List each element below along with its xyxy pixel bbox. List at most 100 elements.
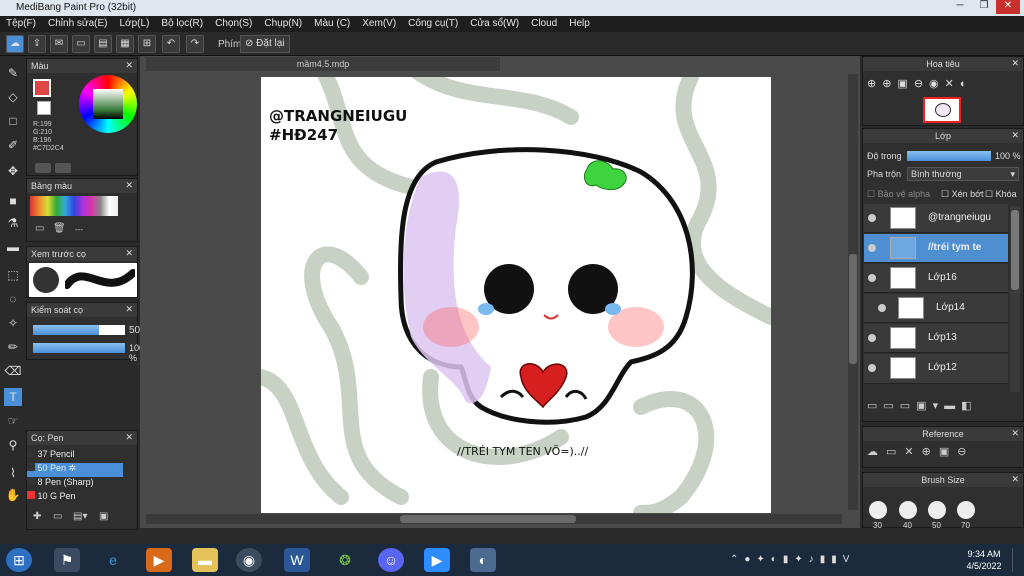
menu-edit[interactable]: Chỉnh sửa(E) xyxy=(42,16,114,32)
menu-file[interactable]: Tệp(F) xyxy=(0,16,42,32)
palette-page-icon[interactable]: ▭ xyxy=(35,223,44,234)
visibility-icon[interactable] xyxy=(868,244,876,252)
menu-select[interactable]: Chọn(S) xyxy=(209,16,258,32)
brush-item-pencil[interactable]: 37 Pencil xyxy=(27,449,123,463)
media-player-icon[interactable]: ▶ xyxy=(146,548,172,572)
layer-action-icons[interactable]: ▭▭▭▣▾▬◧ xyxy=(867,399,1017,415)
secondary-color-swatch[interactable] xyxy=(37,101,51,115)
brush-size-dot-30[interactable] xyxy=(869,501,887,519)
doc-icon[interactable]: ▭ xyxy=(72,35,90,53)
pen-tool-icon[interactable]: ✐ xyxy=(4,136,22,154)
close-icon[interactable]: ✕ xyxy=(125,432,133,443)
canvas-paper[interactable]: @TRANGNEIUGU #HĐ247 //TRÉI TYM TEN VÕ=).… xyxy=(261,77,771,513)
palette-swatches[interactable] xyxy=(30,196,118,216)
brush-item-pen-sharp[interactable]: 8 Pen (Sharp) xyxy=(27,477,123,491)
tile-icon[interactable]: ⊞ xyxy=(138,35,156,53)
dropper-icon[interactable]: ⚲ xyxy=(4,436,22,454)
close-icon[interactable]: ✕ xyxy=(125,60,133,71)
close-button[interactable]: ✕ xyxy=(996,0,1020,14)
brush-settings-icon[interactable]: ▣ xyxy=(99,511,108,522)
close-icon[interactable]: ✕ xyxy=(125,248,133,259)
browser-e-icon[interactable]: e xyxy=(100,548,126,572)
visibility-icon[interactable] xyxy=(868,364,876,372)
layer-row[interactable]: @trangneiugu xyxy=(864,204,1008,233)
select-pen-icon[interactable]: ✏ xyxy=(4,338,22,356)
size-slider[interactable] xyxy=(33,325,99,335)
layer-row[interactable]: Lớp14 xyxy=(864,294,1008,323)
menu-cloud[interactable]: Cloud xyxy=(525,16,563,32)
blend-mode-select[interactable]: Bình thường ▾ xyxy=(907,167,1019,181)
size-slider-track[interactable] xyxy=(99,325,125,335)
app-swirl-icon[interactable]: ❂ xyxy=(332,548,358,572)
redo-icon[interactable]: ↷ xyxy=(186,35,204,53)
page-icon[interactable]: ▤ xyxy=(94,35,112,53)
system-tray-icons[interactable]: ⌃●✦◐▮✦♪▮▮V xyxy=(730,554,880,568)
operation-icon[interactable]: ☞ xyxy=(4,412,22,430)
maximize-button[interactable]: ❐ xyxy=(972,0,996,14)
menu-window[interactable]: Cửa sổ(W) xyxy=(464,16,525,32)
select-eraser-icon[interactable]: ⌫ xyxy=(4,362,22,380)
color-square[interactable] xyxy=(93,89,123,119)
discord-icon[interactable]: ☺ xyxy=(378,548,404,572)
layer-row[interactable]: Lớp16 xyxy=(864,264,1008,293)
zoom-icon[interactable]: ▶ xyxy=(424,548,450,572)
eraser-tool-icon[interactable]: ◇ xyxy=(4,88,22,106)
vertical-scrollbar[interactable] xyxy=(848,74,858,510)
text-tool-icon[interactable]: T xyxy=(4,388,22,406)
document-tab[interactable]: mầm4.5.mdp xyxy=(146,57,500,71)
menu-tools[interactable]: Công cụ(T) xyxy=(402,16,464,32)
taskbar-app-1-icon[interactable]: ⚑ xyxy=(54,548,80,572)
rect-tool-icon[interactable]: □ xyxy=(4,112,22,130)
brush-size-dot-70[interactable] xyxy=(957,501,975,519)
layer-opacity-slider[interactable] xyxy=(907,151,991,161)
gradient-icon[interactable]: ▬ xyxy=(4,238,22,256)
navigator-thumbnail[interactable] xyxy=(923,97,961,123)
select-rect-icon[interactable]: ⬚ xyxy=(4,266,22,284)
hand-icon[interactable]: ✋ xyxy=(4,486,22,504)
clip-checkbox[interactable]: ☐ Xén bớt xyxy=(941,189,984,200)
minimize-button[interactable]: ─ xyxy=(948,0,972,14)
menu-help[interactable]: Help xyxy=(563,16,596,32)
start-button-icon[interactable]: ⊞ xyxy=(6,548,32,572)
reference-tool-icons[interactable]: ☁▭✕⊕▣⊖ xyxy=(867,445,1017,461)
brush-page-icon[interactable]: ▭ xyxy=(53,511,62,522)
opacity-slider[interactable] xyxy=(33,343,125,353)
folder-icon[interactable]: ▬ xyxy=(192,548,218,572)
close-icon[interactable]: ✕ xyxy=(1011,428,1019,439)
color-tool-button-2[interactable] xyxy=(55,163,71,173)
brush-size-dot-40[interactable] xyxy=(899,501,917,519)
color-wheel[interactable] xyxy=(79,75,137,133)
visibility-icon[interactable] xyxy=(868,334,876,342)
horizontal-scroll-thumb[interactable] xyxy=(400,515,576,523)
clock[interactable]: 9:34 AM 4/5/2022 xyxy=(960,548,1008,572)
menu-color[interactable]: Màu (C) xyxy=(308,16,356,32)
brush-item-pen[interactable]: 50 Pen ✲ xyxy=(27,463,123,477)
show-desktop-button[interactable] xyxy=(1012,548,1022,572)
close-icon[interactable]: ✕ xyxy=(1011,130,1019,141)
close-icon[interactable]: ✕ xyxy=(125,304,133,315)
close-icon[interactable]: ✕ xyxy=(1011,58,1019,69)
layer-row[interactable]: Lớp12 xyxy=(864,354,1008,384)
word-icon[interactable]: W xyxy=(284,548,310,572)
menu-snap[interactable]: Chụp(N) xyxy=(258,16,308,32)
visibility-icon[interactable] xyxy=(868,214,876,222)
grid-icon[interactable]: ▦ xyxy=(116,35,134,53)
lasso-icon[interactable]: ◌ xyxy=(4,290,22,308)
move-tool-icon[interactable]: ✥ xyxy=(4,162,22,180)
close-icon[interactable]: ✕ xyxy=(125,180,133,191)
fill-rect-icon[interactable]: ■ xyxy=(4,192,22,210)
visibility-icon[interactable] xyxy=(868,274,876,282)
eyedrop-icon[interactable]: ⌇ xyxy=(4,464,22,482)
reset-button[interactable]: ⊘ Đặt lại xyxy=(240,35,290,53)
color-tool-button-1[interactable] xyxy=(35,163,51,173)
cloud-icon[interactable]: ☁ xyxy=(6,35,24,53)
layer-row-selected[interactable]: //tréi tym te xyxy=(864,234,1008,263)
chrome-icon[interactable]: ◉ xyxy=(236,548,262,572)
add-brush-icon[interactable]: ✚ xyxy=(33,511,41,522)
visibility-icon[interactable] xyxy=(878,304,886,312)
brush-size-dot-50[interactable] xyxy=(928,501,946,519)
layer-row[interactable]: Lớp13 xyxy=(864,324,1008,353)
navigator-zoom-icons[interactable]: ⊕⊕▣⊖◉✕◐ xyxy=(867,77,1017,93)
primary-color-swatch[interactable] xyxy=(33,79,51,97)
protect-alpha-checkbox[interactable]: ☐ Bảo vệ alpha xyxy=(867,189,930,200)
